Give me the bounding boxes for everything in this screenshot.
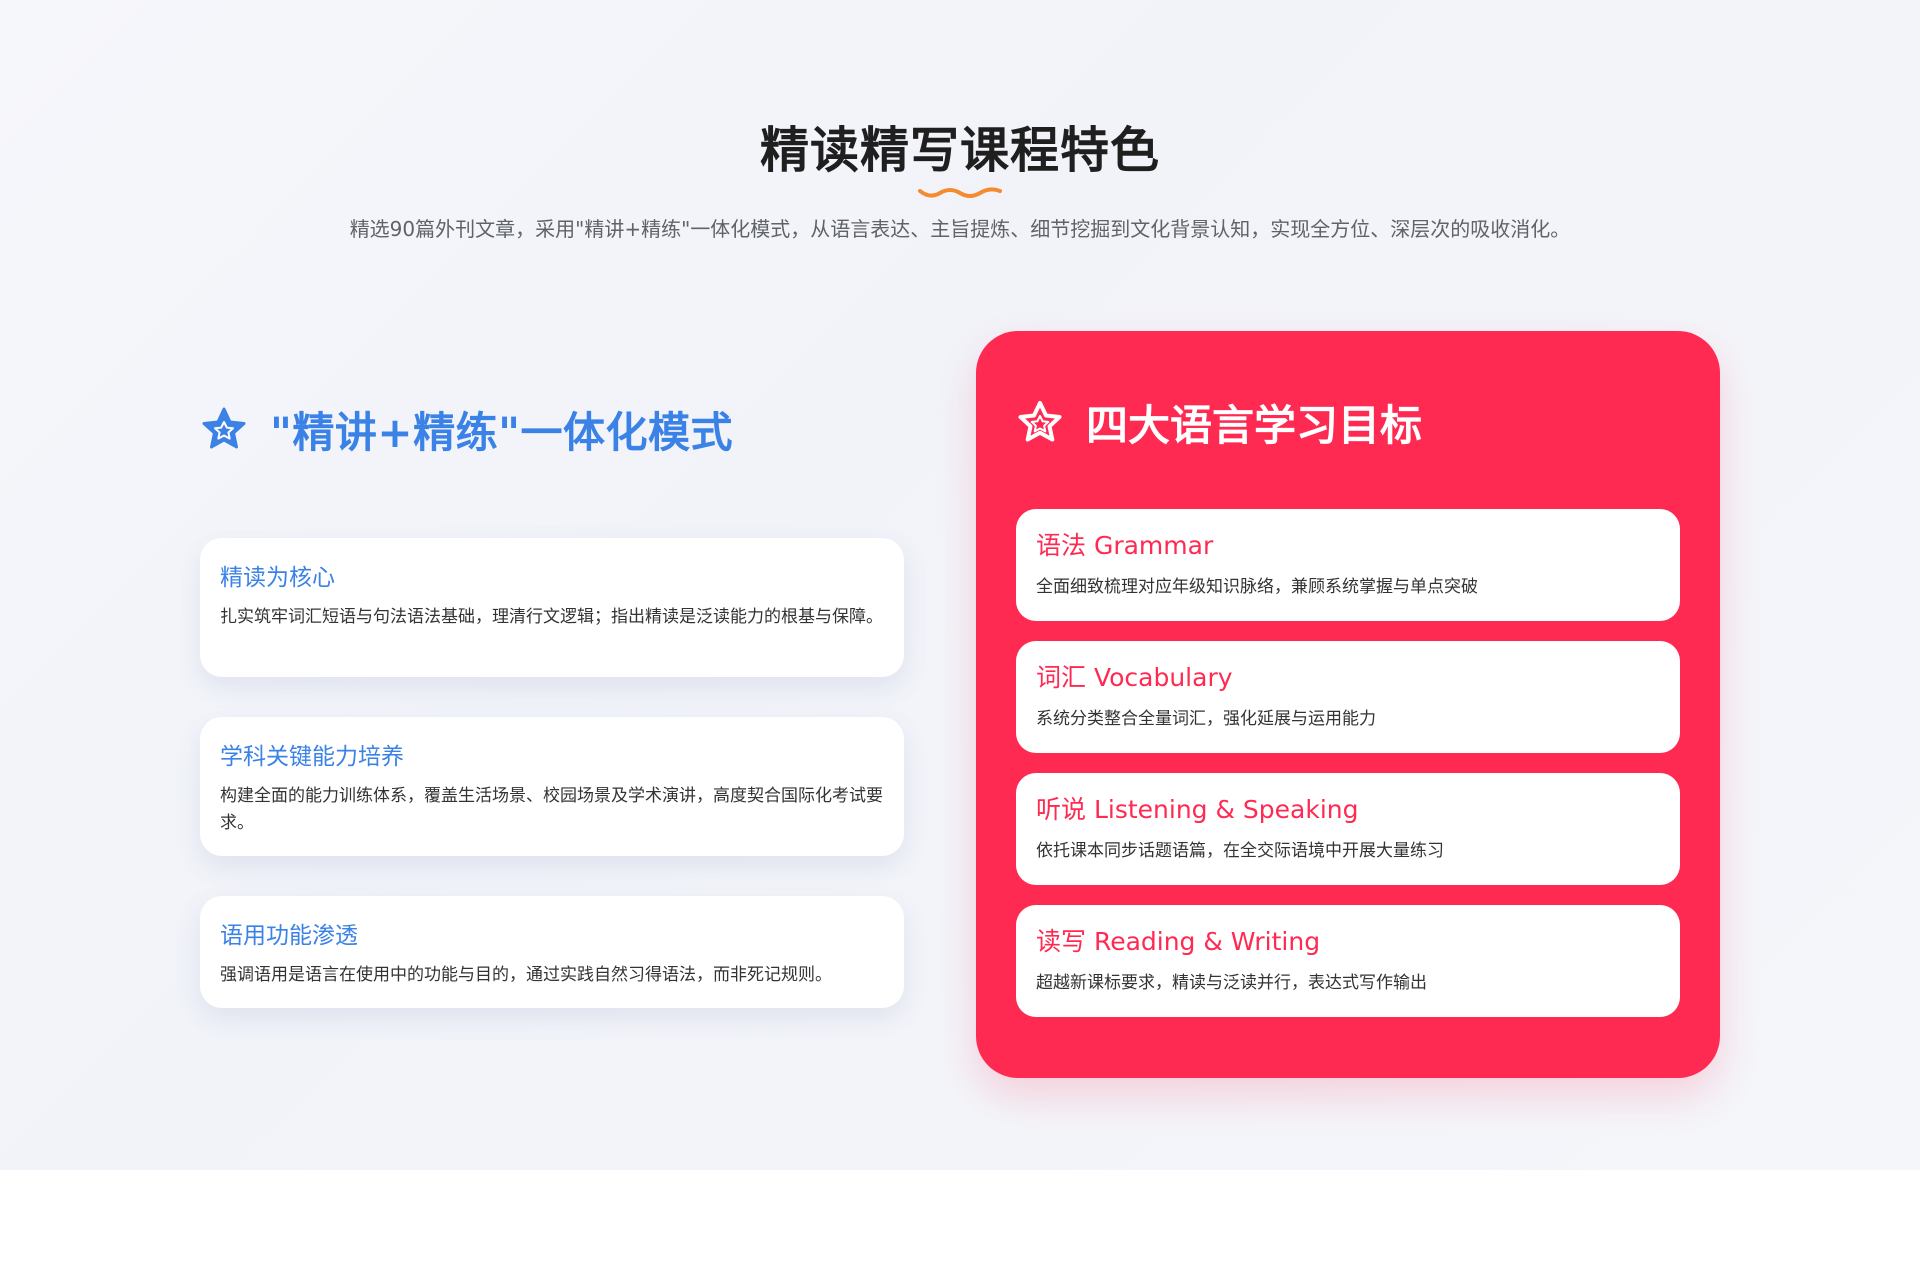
mode-section-title: "精讲+精练"一体化模式 [270, 407, 733, 457]
goal-card-desc: 依托课本同步话题语篇，在全交际语境中开展大量练习 [1036, 841, 1444, 861]
goal-card-title: 语法 Grammar [1036, 531, 1214, 560]
goal-card-desc: 超越新课标要求，精读与泛读并行，表达式写作输出 [1036, 973, 1427, 993]
mode-card-core-reading: 精读为核心 扎实筑牢词汇短语与句法语法基础，理清行文逻辑；指出精读是泛读能力的根… [200, 538, 904, 677]
goals-section-title: 四大语言学习目标 [1086, 400, 1423, 450]
mode-card-title: 精读为核心 [220, 565, 335, 591]
goal-card-grammar: 语法 Grammar 全面细致梳理对应年级知识脉络，兼顾系统掌握与单点突破 [1016, 509, 1680, 621]
mode-card-desc: 扎实筑牢词汇短语与句法语法基础，理清行文逻辑；指出精读是泛读能力的根基与保障。 [220, 607, 883, 627]
mode-card-key-abilities: 学科关键能力培养 构建全面的能力训练体系，覆盖生活场景、校园场景及学术演讲，高度… [200, 717, 904, 856]
mode-card-desc: 构建全面的能力训练体系，覆盖生活场景、校园场景及学术演讲，高度契合国际化考试要求… [220, 786, 883, 833]
goal-card-title: 词汇 Vocabulary [1036, 663, 1233, 692]
page-header: 精读精写课程特色 精选90篇外刊文章，采用"精讲+精练"一体化模式，从语言表达、… [0, 118, 1920, 244]
goal-card-reading-writing: 读写 Reading & Writing 超越新课标要求，精读与泛读并行，表达式… [1016, 905, 1680, 1017]
goals-panel: 四大语言学习目标 语法 Grammar 全面细致梳理对应年级知识脉络，兼顾系统掌… [976, 331, 1720, 1078]
wave-decoration-icon [918, 187, 1002, 198]
star-icon [202, 407, 246, 449]
page-subtitle: 精选90篇外刊文章，采用"精讲+精练"一体化模式，从语言表达、主旨提炼、细节挖掘… [349, 217, 1571, 241]
goal-card-listening-speaking: 听说 Listening & Speaking 依托课本同步话题语篇，在全交际语… [1016, 773, 1680, 885]
goal-card-desc: 系统分类整合全量词汇，强化延展与运用能力 [1036, 709, 1376, 729]
page-title: 精读精写课程特色 [759, 122, 1160, 179]
mode-card-pragmatics: 语用功能渗透 强调语用是语言在使用中的功能与目的，通过实践自然习得语法，而非死记… [200, 896, 904, 1008]
goal-card-desc: 全面细致梳理对应年级知识脉络，兼顾系统掌握与单点突破 [1036, 577, 1478, 597]
mode-card-title: 学科关键能力培养 [220, 744, 404, 770]
goal-card-title: 读写 Reading & Writing [1036, 927, 1321, 956]
mode-card-title: 语用功能渗透 [220, 923, 358, 949]
goal-card-title: 听说 Listening & Speaking [1036, 795, 1359, 824]
mode-section-heading: "精讲+精练"一体化模式 [200, 398, 733, 460]
goals-section-heading: 四大语言学习目标 [1016, 391, 1422, 453]
star-icon [1018, 401, 1062, 442]
mode-card-desc: 强调语用是语言在使用中的功能与目的，通过实践自然习得语法，而非死记规则。 [220, 965, 832, 985]
goal-card-vocabulary: 词汇 Vocabulary 系统分类整合全量词汇，强化延展与运用能力 [1016, 641, 1680, 753]
